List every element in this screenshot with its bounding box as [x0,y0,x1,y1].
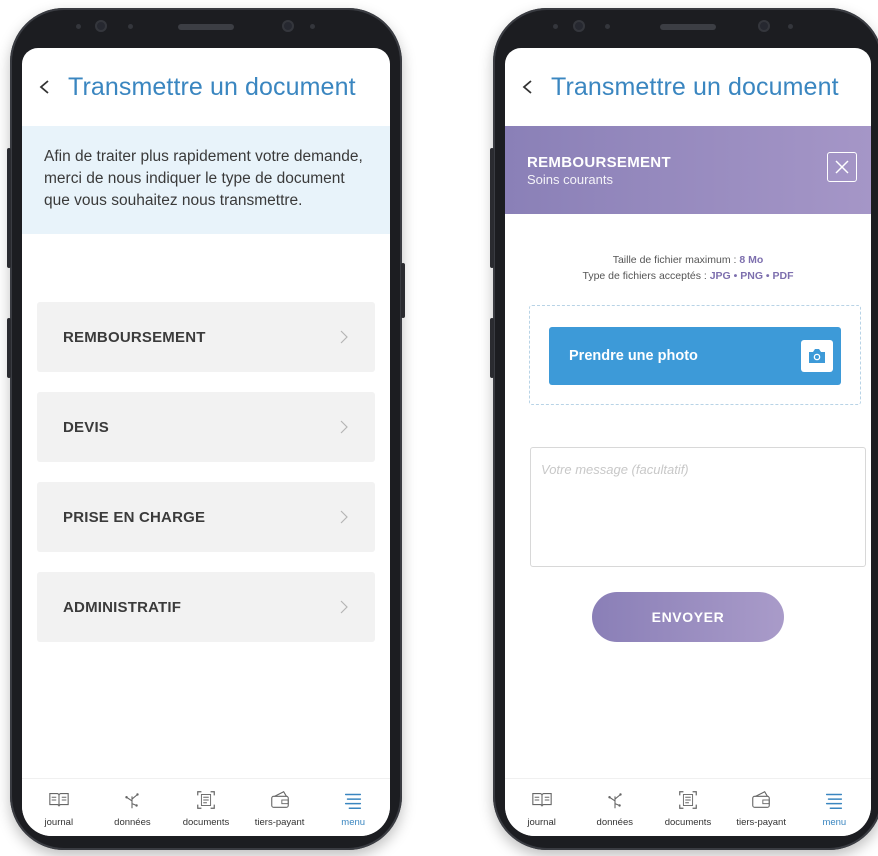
power-button [401,263,405,318]
max-size-value: 8 Mo [739,254,764,266]
phone-left: Transmettre un document Afin de traiter … [7,8,405,850]
sensor-dot [553,24,558,29]
send-button[interactable]: ENVOYER [592,592,784,642]
file-info: Taille de fichier maximum : 8 Mo Type de… [505,252,871,284]
book-icon [49,793,69,807]
file-types-label: Type de fichiers acceptés : [582,270,710,282]
option-label: REMBOURSEMENT [63,328,206,346]
header: Transmettre un document [22,48,390,126]
option-label: ADMINISTRATIF [63,598,182,616]
sensor-dot [788,24,793,29]
max-size-label: Taille de fichier maximum : [612,254,740,266]
front-camera [282,20,294,32]
option-prise-en-charge[interactable]: PRISE EN CHARGE [37,482,375,552]
nav-label: tiers-payant [254,817,305,828]
bixby-button [7,318,11,378]
nav-tiers-payant[interactable]: tiers-payant [244,789,316,828]
screen-left: Transmettre un document Afin de traiter … [22,48,390,836]
nav-documents[interactable]: documents [170,789,242,828]
menu-lines-icon [826,793,843,809]
bottom-nav: journal données documents tiers-payant m… [22,778,390,836]
iris-camera [95,20,107,32]
sensor-dot [76,24,81,29]
chevron-right-icon [340,510,348,524]
take-photo-button[interactable]: Prendre une photo [549,327,841,385]
info-message: Afin de traiter plus rapidement votre de… [22,126,390,234]
banner-subtitle: Soins courants [527,172,613,187]
bixby-button [490,318,494,378]
option-devis[interactable]: DEVIS [37,392,375,462]
sensor-dot [128,24,133,29]
sensor-dot [605,24,610,29]
nav-journal[interactable]: journal [506,789,578,828]
nav-tiers-payant[interactable]: tiers-payant [725,789,797,828]
volume-button [490,148,494,268]
card-wallet-icon [270,791,289,808]
iris-camera [573,20,585,32]
scan-doc-icon [679,791,697,809]
phone-right: Transmettre un document REMBOURSEMENT So… [490,8,878,850]
nav-label: données [596,817,633,828]
nav-donnees[interactable]: données [579,789,651,828]
nav-label: documents [182,817,230,828]
take-photo-label: Prendre une photo [569,348,698,364]
nav-menu[interactable]: menu [798,789,870,828]
sensor-dot [310,24,315,29]
chevron-right-icon [340,600,348,614]
earpiece-speaker [660,24,716,30]
chart-tree-icon [608,793,622,809]
menu-lines-icon [345,793,362,809]
chevron-right-icon [340,330,348,344]
nav-journal[interactable]: journal [23,789,95,828]
header: Transmettre un document [505,48,871,126]
message-textarea[interactable]: Votre message (facultatif) [530,447,866,567]
card-wallet-icon [752,791,770,808]
nav-label: menu [341,817,366,828]
file-types-value: JPG • PNG • PDF [709,270,794,282]
chart-tree-icon [125,793,140,809]
option-label: PRISE EN CHARGE [63,508,206,526]
book-icon [531,793,552,807]
close-icon [835,160,849,174]
volume-button [7,148,11,268]
chevron-right-icon [340,420,348,434]
back-arrow-icon[interactable] [38,80,52,94]
earpiece-speaker [178,24,234,30]
page-title: Transmettre un document [551,72,839,101]
nav-label: menu [822,817,847,828]
back-arrow-icon[interactable] [521,80,535,94]
page-title: Transmettre un document [68,72,356,101]
document-type-list: REMBOURSEMENT DEVIS PRISE EN CHARGE ADMI… [22,234,390,642]
option-remboursement[interactable]: REMBOURSEMENT [37,302,375,372]
scan-doc-icon [197,791,215,809]
nav-label: journal [44,817,74,828]
nav-label: documents [664,817,712,828]
nav-donnees[interactable]: données [96,789,168,828]
upload-dropzone[interactable]: Prendre une photo [529,305,861,405]
camera-icon [809,349,825,363]
option-administratif[interactable]: ADMINISTRATIF [37,572,375,642]
banner-title: REMBOURSEMENT [527,154,671,171]
camera-icon-box [801,340,833,372]
front-camera [758,20,770,32]
bottom-nav: journal données documents tiers-payant m… [505,778,871,836]
nav-label: tiers-payant [736,817,786,828]
nav-label: données [114,817,151,828]
option-label: DEVIS [63,418,110,436]
nav-label: journal [527,817,556,828]
screen-right: Transmettre un document REMBOURSEMENT So… [505,48,871,836]
nav-documents[interactable]: documents [652,789,724,828]
category-banner: REMBOURSEMENT Soins courants [505,126,871,214]
nav-menu[interactable]: menu [317,789,389,828]
close-button[interactable] [827,152,857,182]
